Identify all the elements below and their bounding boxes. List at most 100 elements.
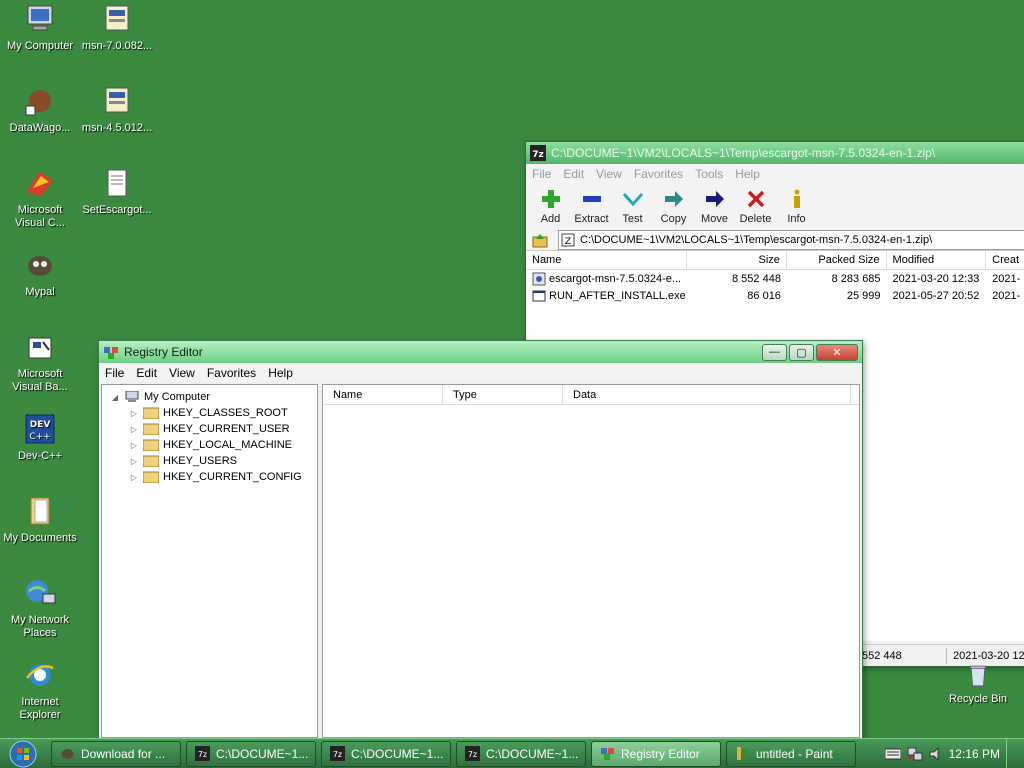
registry-editor-window[interactable]: Registry Editor — ▢ ✕ File Edit View Fav… [98, 340, 863, 742]
tree-root-my-computer[interactable]: ◢ My Computer [102, 389, 317, 405]
taskbar-button-label: C:\DOCUME~1... [486, 746, 579, 761]
folder-icon [143, 407, 159, 419]
desktop-icon-label: Microsoft Visual C... [15, 204, 65, 229]
file-name: RUN_AFTER_INSTALL.exe [526, 289, 687, 303]
expand-arrow-icon[interactable]: ▷ [129, 473, 139, 482]
zip-address-bar: Z C:\DOCUME~1\VM2\LOCALS~1\Temp\escargot… [526, 229, 1024, 251]
tree-item-hklm[interactable]: ▷ HKEY_LOCAL_MACHINE [102, 437, 317, 453]
col-data[interactable]: Data [563, 385, 851, 404]
maximize-button[interactable]: ▢ [789, 343, 814, 361]
taskbar-button-7zip-2[interactable]: 7z C:\DOCUME~1... [321, 740, 451, 767]
col-created[interactable]: Creat [986, 251, 1024, 269]
menu-view[interactable]: View [163, 366, 201, 380]
collapse-arrow-icon[interactable]: ◢ [110, 393, 120, 402]
tree-item-hku[interactable]: ▷ HKEY_USERS [102, 453, 317, 469]
zip-row[interactable]: escargot-msn-7.5.0324-e... 8 552 448 8 2… [526, 270, 1024, 287]
move-button[interactable]: Move [694, 188, 735, 225]
zip-titlebar[interactable]: 7z C:\DOCUME~1\VM2\LOCALS~1\Temp\escargo… [526, 142, 1024, 164]
desktop-icon-label: Internet Explorer [19, 696, 61, 721]
visual-basic-icon [28, 337, 52, 359]
minimize-button[interactable]: — [762, 343, 787, 361]
desktop-icon-datawagon[interactable]: DataWago... [2, 84, 78, 135]
folder-up-icon[interactable] [532, 232, 548, 248]
taskbar-button-label: C:\DOCUME~1... [351, 746, 444, 761]
col-name[interactable]: Name [526, 251, 688, 269]
col-packed-size[interactable]: Packed Size [787, 251, 887, 269]
desktop-icon-setescargot[interactable]: SetEscargot... [79, 166, 155, 217]
desktop-icon-internet-explorer[interactable]: Internet Explorer [2, 658, 78, 722]
menu-view[interactable]: View [590, 167, 628, 181]
dev-cpp-icon: DEV C++ [25, 414, 55, 444]
taskbar-button-7zip-1[interactable]: 7z C:\DOCUME~1... [186, 740, 316, 767]
registry-titlebar[interactable]: Registry Editor — ▢ ✕ [99, 341, 862, 363]
info-button[interactable]: Info [776, 188, 817, 225]
desktop-icon-msn-4[interactable]: msn-4.5.012... [79, 84, 155, 135]
menu-edit[interactable]: Edit [130, 366, 163, 380]
zip-path-field[interactable]: Z C:\DOCUME~1\VM2\LOCALS~1\Temp\escargot… [558, 229, 1024, 250]
registry-editor-icon [104, 347, 118, 359]
col-size[interactable]: Size [687, 251, 787, 269]
desktop-icon-mypal[interactable]: Mypal [2, 248, 78, 299]
menu-help[interactable]: Help [262, 366, 299, 380]
taskbar-button-download[interactable]: Download for ... [51, 740, 181, 767]
tree-item-hkcc[interactable]: ▷ HKEY_CURRENT_CONFIG [102, 469, 317, 485]
desktop-icon-visual-basic[interactable]: Microsoft Visual Ba... [2, 330, 78, 394]
col-name[interactable]: Name [323, 385, 443, 404]
desktop-icon-my-computer[interactable]: My Computer [2, 2, 78, 53]
copy-button[interactable]: Copy [653, 188, 694, 225]
info-label: Info [787, 213, 806, 225]
minimize-icon: — [769, 346, 780, 358]
volume-icon[interactable] [929, 746, 943, 761]
test-button[interactable]: Test [612, 188, 653, 225]
start-button[interactable] [0, 739, 46, 768]
taskbar-button-paint[interactable]: untitled - Paint [726, 740, 856, 767]
svg-text:7z: 7z [198, 750, 207, 759]
clock[interactable]: 12:16 PM [949, 747, 1000, 761]
menu-favorites[interactable]: Favorites [628, 167, 689, 181]
keyboard-icon[interactable] [884, 748, 901, 760]
expand-arrow-icon[interactable]: ▷ [129, 457, 139, 466]
menu-file[interactable]: File [99, 366, 130, 380]
desktop-icon-my-network-places[interactable]: My Network Places [2, 576, 78, 640]
tree-item-hkcu[interactable]: ▷ HKEY_CURRENT_USER [102, 421, 317, 437]
tree-item-hkcr[interactable]: ▷ HKEY_CLASSES_ROOT [102, 405, 317, 421]
tree-label: HKEY_CURRENT_USER [163, 423, 290, 435]
registry-window-title: Registry Editor [124, 345, 203, 359]
network-status-icon[interactable] [907, 747, 923, 761]
desktop-icon-dev-cpp[interactable]: DEV C++ Dev-C++ [2, 412, 78, 463]
delete-button[interactable]: Delete [735, 188, 776, 225]
taskbar-button-7zip-3[interactable]: 7z C:\DOCUME~1... [456, 740, 586, 767]
col-modified[interactable]: Modified [887, 251, 987, 269]
desktop-icon-visual-c[interactable]: Microsoft Visual C... [2, 166, 78, 230]
desktop-icon-my-documents[interactable]: My Documents [2, 494, 78, 545]
add-button[interactable]: Add [530, 188, 571, 225]
menu-file[interactable]: File [526, 167, 557, 181]
tree-label: HKEY_CURRENT_CONFIG [163, 471, 302, 483]
extract-button[interactable]: Extract [571, 188, 612, 225]
expand-arrow-icon[interactable]: ▷ [129, 409, 139, 418]
mypal-icon [28, 256, 52, 276]
file-modified: 2021-03-20 12:33 [892, 272, 980, 285]
tree-label: HKEY_LOCAL_MACHINE [163, 439, 292, 451]
move-label: Move [701, 213, 728, 225]
menu-edit[interactable]: Edit [557, 167, 590, 181]
computer-icon [125, 391, 139, 402]
desktop-icon-label: Dev-C++ [17, 450, 63, 462]
desktop-icon-recycle-bin[interactable]: Recycle Bin [940, 663, 1016, 706]
expand-arrow-icon[interactable]: ▷ [129, 441, 139, 450]
7zip-icon: 7z [195, 746, 210, 761]
file-size: 86 016 [747, 289, 781, 302]
expand-arrow-icon[interactable]: ▷ [129, 425, 139, 434]
menu-favorites[interactable]: Favorites [201, 366, 262, 380]
desktop-icon-msn-7[interactable]: msn-7.0.082... [79, 2, 155, 53]
col-type[interactable]: Type [443, 385, 563, 404]
zip-row[interactable]: RUN_AFTER_INSTALL.exe 86 016 25 999 2021… [526, 287, 1024, 304]
test-label: Test [622, 213, 643, 225]
close-button[interactable]: ✕ [816, 343, 858, 361]
show-desktop-button[interactable] [1006, 738, 1016, 768]
delete-label: Delete [739, 213, 772, 225]
menu-tools[interactable]: Tools [689, 167, 729, 181]
menu-help[interactable]: Help [729, 167, 766, 181]
installer-icon [105, 5, 129, 31]
taskbar-button-registry-editor[interactable]: Registry Editor [591, 740, 721, 767]
